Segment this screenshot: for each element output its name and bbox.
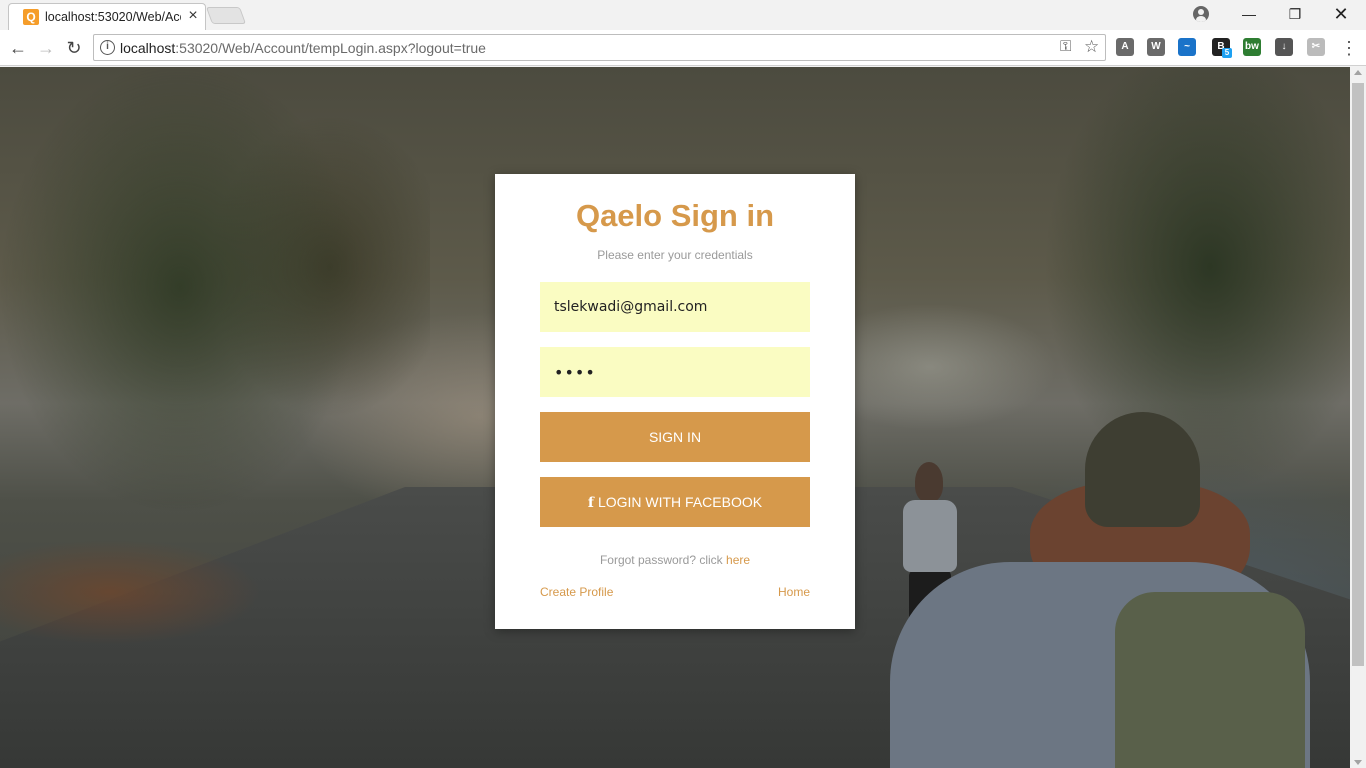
bookmark-star-icon[interactable]: ☆ <box>1084 37 1099 57</box>
key-icon[interactable]: ⚿ <box>1060 38 1071 55</box>
bw-extension-icon[interactable]: bw <box>1243 38 1261 56</box>
facebook-icon: f <box>587 495 594 511</box>
login-card: Qaelo Sign in Please enter your credenti… <box>495 174 855 629</box>
scroll-up-arrow-icon[interactable] <box>1354 70 1362 75</box>
tab-close-icon[interactable]: × <box>185 8 201 24</box>
scroll-thumb[interactable] <box>1352 83 1364 666</box>
minimize-button[interactable]: — <box>1226 0 1272 28</box>
hiker-near <box>890 412 1350 768</box>
b-extension-icon[interactable]: B5 <box>1212 38 1232 58</box>
facebook-login-button[interactable]: f LOGIN WITH FACEBOOK <box>540 477 810 527</box>
profile-icon[interactable] <box>1193 6 1209 22</box>
browser-menu-icon[interactable]: ⋮ <box>1340 36 1358 60</box>
browser-tab[interactable]: Q localhost:53020/Web/Account/tempLogin.… <box>8 3 206 30</box>
page-title: Qaelo Sign in <box>575 198 775 233</box>
back-button[interactable]: ← <box>6 36 30 60</box>
wave-icon[interactable]: ~ <box>1178 38 1196 56</box>
restore-button[interactable]: ❐ <box>1272 0 1318 28</box>
forgot-password-link[interactable]: here <box>726 553 750 567</box>
password-field[interactable] <box>540 347 810 397</box>
wordpress-icon[interactable]: W <box>1147 38 1165 56</box>
browser-toolbar: ← → ↻ i localhost:53020/Web/Account/temp… <box>0 30 1366 66</box>
facebook-login-label: LOGIN WITH FACEBOOK <box>597 494 763 510</box>
angular-icon[interactable]: A <box>1116 38 1134 56</box>
pdf-icon[interactable]: ✂ <box>1307 38 1325 56</box>
close-window-button[interactable]: ✕ <box>1318 0 1364 28</box>
scroll-down-arrow-icon[interactable] <box>1354 760 1362 765</box>
url-text[interactable]: localhost:53020/Web/Account/tempLogin.as… <box>120 40 486 56</box>
tab-title: localhost:53020/Web/Account/tempLogin.as… <box>45 10 181 24</box>
address-bar[interactable]: i localhost:53020/Web/Account/tempLogin.… <box>93 34 1106 61</box>
extension-badge: 5 <box>1222 48 1232 58</box>
qaelo-favicon-icon: Q <box>23 9 39 25</box>
home-link[interactable]: Home <box>778 585 810 599</box>
sign-in-button[interactable]: SIGN IN <box>540 412 810 462</box>
new-tab-button[interactable] <box>205 7 247 24</box>
email-field[interactable] <box>540 282 810 332</box>
download-icon[interactable]: ↓ <box>1275 38 1293 56</box>
forgot-password-text: Forgot password? click here <box>599 553 751 567</box>
browser-tabstrip: Q localhost:53020/Web/Account/tempLogin.… <box>0 0 1366 30</box>
credentials-subtitle: Please enter your credentials <box>597 248 753 262</box>
create-profile-link[interactable]: Create Profile <box>540 585 613 599</box>
page-scrollbar[interactable] <box>1350 67 1366 768</box>
forward-button[interactable]: → <box>34 36 58 60</box>
info-icon[interactable]: i <box>100 40 115 55</box>
fallen-leaves <box>0 517 300 667</box>
reload-button[interactable]: ↻ <box>62 36 86 60</box>
